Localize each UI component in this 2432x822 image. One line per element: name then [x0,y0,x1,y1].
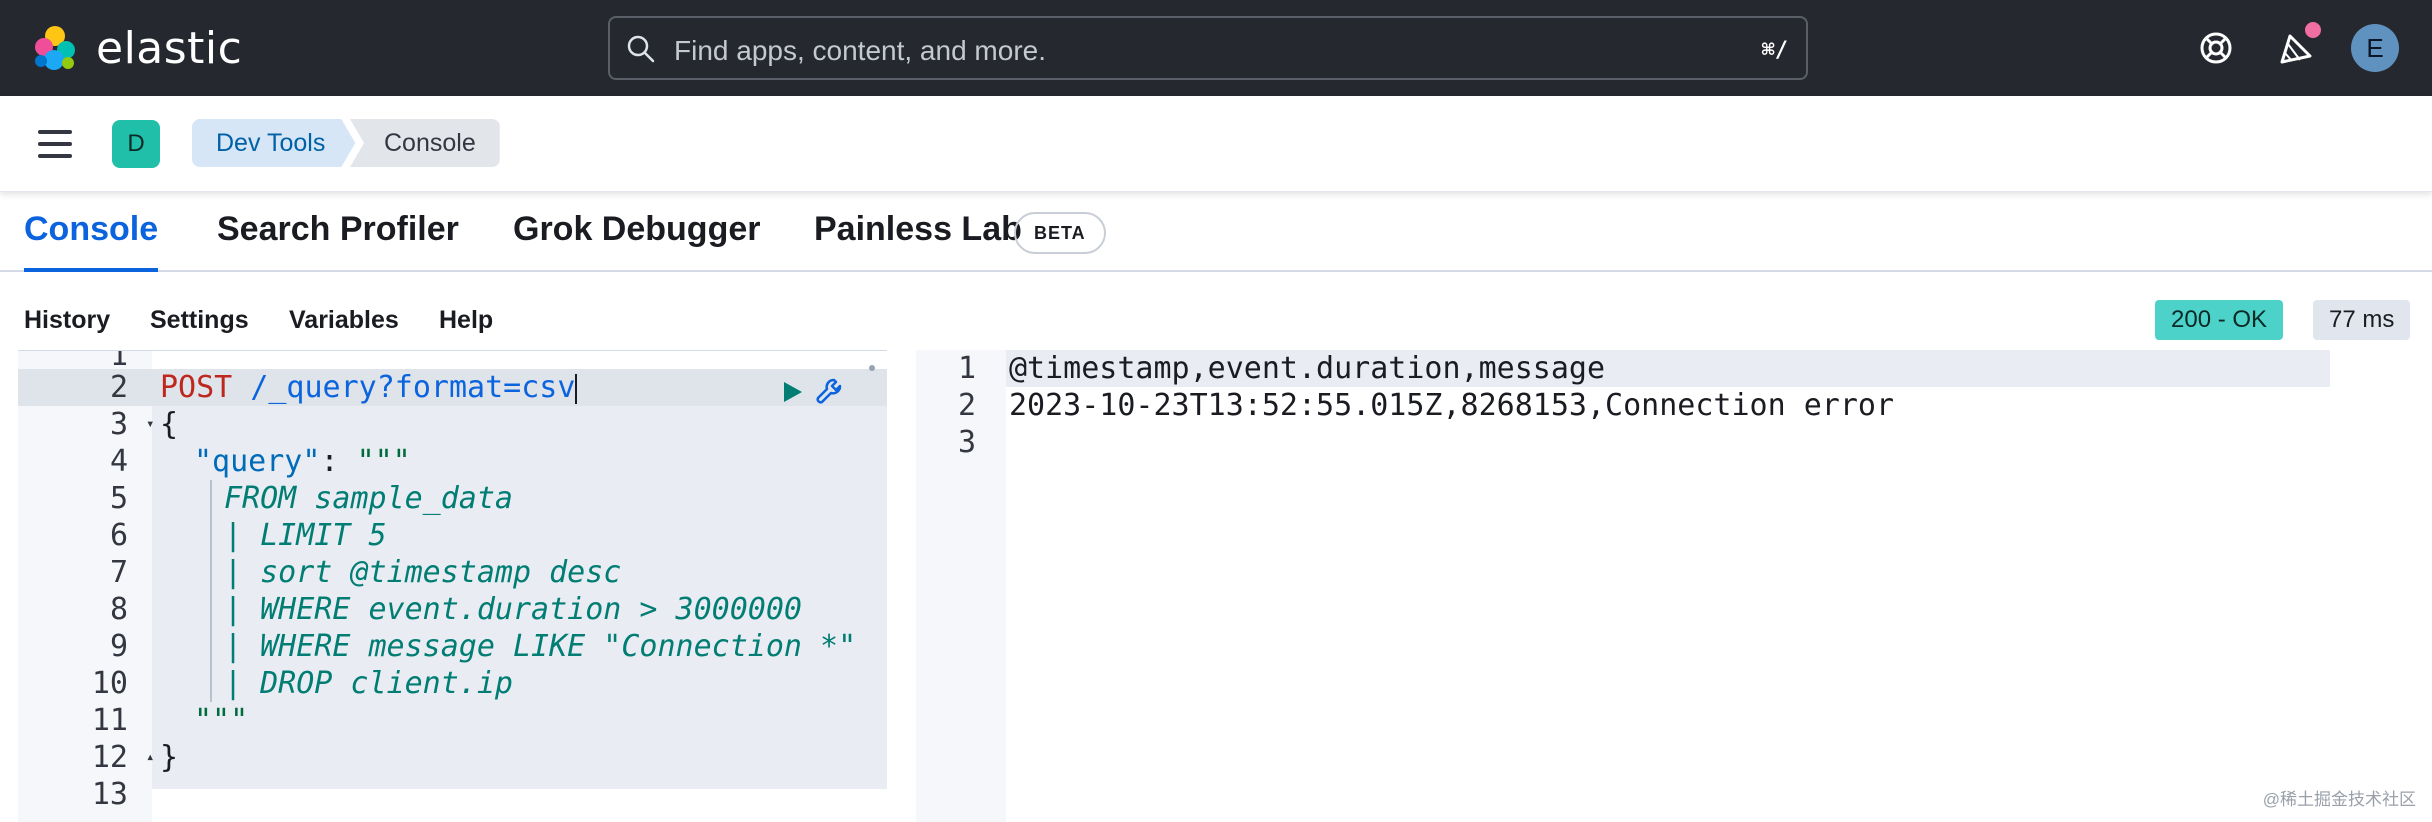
response-line: 2023-10-23T13:52:55.015Z,8268153,Connect… [1009,388,1895,423]
elastic-home-link[interactable]: elastic [30,20,242,76]
line-number: 2 [109,370,128,405]
history-button[interactable]: History [24,306,110,335]
response-line: @timestamp,event.duration,message [1009,351,1606,386]
request-time-badge: 77 ms [2313,300,2411,340]
line-number: 13 [91,777,128,812]
menu-toggle-button[interactable] [38,130,72,158]
line-number: 6 [109,518,128,553]
global-search-input[interactable]: Find apps, content, and more. ⌘/ [608,16,1808,80]
line-number: 2 [957,388,976,423]
dev-tools-tabs: Console Search Profiler Grok Debugger Pa… [0,192,2432,272]
variables-button[interactable]: Variables [289,306,399,335]
send-request-icon[interactable] [780,380,804,404]
tab-console[interactable]: Console [24,210,159,272]
help-icon[interactable] [2194,26,2238,70]
notification-dot [2303,20,2323,40]
indent-guide [210,480,212,702]
key-colon: : [320,444,357,479]
line-number: 11 [91,703,128,738]
fold-down-icon[interactable]: ▾ [146,406,154,443]
code-close-brace: } [160,740,179,775]
menu-bar-icon [38,130,72,134]
http-method: POST [160,370,233,405]
scroll-indicator [869,365,875,371]
settings-button[interactable]: Settings [150,306,249,335]
esql-line: | LIMIT 5 [224,518,387,553]
response-viewer[interactable]: 1 2 3 @timestamp,event.duration,message … [916,350,2432,822]
search-shortcut: ⌘/ [1761,38,1789,63]
line-number: 10 [91,666,128,701]
line-number: 7 [109,555,128,590]
request-url: /_query?format=csv [250,370,576,405]
line-number: 3 [109,407,128,442]
esql-line: | DROP client.ip [224,666,513,701]
tab-painless-lab[interactable]: Painless Lab [814,210,1022,272]
elastic-logo-icon [35,26,75,70]
tab-search-profiler[interactable]: Search Profiler [217,210,459,272]
status-badge: 200 - OK [2155,300,2284,340]
breadcrumb-console: Console [350,119,500,167]
esql-line: | sort @timestamp desc [224,555,622,590]
space-avatar[interactable]: D [112,120,160,168]
top-header: elastic Find apps, content, and more. ⌘/… [0,0,2432,96]
esql-line: | WHERE message LIKE "Connection *" [224,629,857,664]
line-number: 9 [109,629,128,664]
request-editor[interactable]: 1 2 3 4 5 6 7 8 9 10 11 12 13 ▾ ▴ POST /… [18,350,887,822]
line-number: 5 [109,481,128,516]
line-number: 3 [957,425,976,460]
code-query-key: "query": """ [194,443,411,480]
beta-badge: BETA [1014,212,1106,254]
esql-line: FROM sample_data [224,481,513,516]
sub-header: D Dev Tools Console [0,96,2432,192]
query-key: "query" [194,444,321,479]
open-triple-quote: """ [356,444,411,479]
close-triple-quote: """ [194,703,249,738]
menu-bar-icon [38,142,72,146]
line-number: 1 [957,351,976,386]
esql-line: | WHERE event.duration > 3000000 [224,592,802,627]
breadcrumb-dev-tools[interactable]: Dev Tools [192,119,355,167]
menu-bar-icon [38,154,72,158]
tab-grok-debugger[interactable]: Grok Debugger [513,210,760,272]
fold-up-icon[interactable]: ▴ [146,739,154,776]
line-number: 4 [109,444,128,479]
code-open-brace: { [160,407,179,442]
wrench-icon[interactable] [814,376,846,408]
text-cursor [575,373,578,404]
search-placeholder: Find apps, content, and more. [674,35,1046,66]
watermark: @稀土掘金技术社区 [2262,790,2416,809]
pane-resize-handle[interactable] [888,350,916,822]
search-icon [627,35,655,63]
line-number: 12 [91,740,128,775]
user-avatar[interactable]: E [2351,24,2399,72]
line-number: 8 [109,592,128,627]
help-button[interactable]: Help [439,306,493,335]
brand-name: elastic [96,22,243,74]
request-line: POST /_query?format=csv [160,369,578,406]
